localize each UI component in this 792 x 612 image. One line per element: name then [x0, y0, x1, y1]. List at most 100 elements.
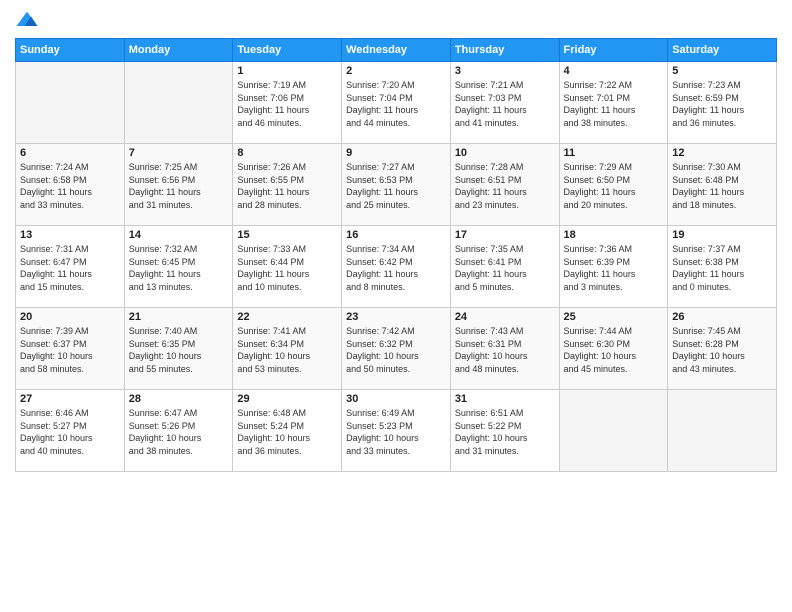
day-info: Sunrise: 7:27 AM Sunset: 6:53 PM Dayligh…: [346, 161, 446, 211]
day-info: Sunrise: 6:49 AM Sunset: 5:23 PM Dayligh…: [346, 407, 446, 457]
calendar: SundayMondayTuesdayWednesdayThursdayFrid…: [15, 38, 777, 472]
col-header-thursday: Thursday: [450, 39, 559, 62]
calendar-cell: 17 Sunrise: 7:35 AM Sunset: 6:41 PM Dayli…: [450, 226, 559, 308]
calendar-cell: 27 Sunrise: 6:46 AM Sunset: 5:27 PM Dayli…: [16, 390, 125, 472]
calendar-cell: 13 Sunrise: 7:31 AM Sunset: 6:47 PM Dayli…: [16, 226, 125, 308]
calendar-cell: 14Sunrise: 7:32 AM Sunset: 6:45 PM Dayli…: [124, 226, 233, 308]
calendar-week-0: 1 Sunrise: 7:19 AM Sunset: 7:06 PM Daylig…: [16, 62, 777, 144]
calendar-cell: 4 Sunrise: 7:22 AM Sunset: 7:01 PM Daylig…: [559, 62, 668, 144]
day-info: Sunrise: 7:25 AM Sunset: 6:56 PM Dayligh…: [129, 161, 229, 211]
calendar-cell: 18 Sunrise: 7:36 AM Sunset: 6:39 PM Dayli…: [559, 226, 668, 308]
calendar-cell: 21Sunrise: 7:40 AM Sunset: 6:35 PM Dayli…: [124, 308, 233, 390]
day-info: Sunrise: 6:47 AM Sunset: 5:26 PM Dayligh…: [129, 407, 229, 457]
day-number: 24: [455, 311, 555, 323]
day-number: 3: [455, 65, 555, 77]
calendar-cell: 1 Sunrise: 7:19 AM Sunset: 7:06 PM Daylig…: [233, 62, 342, 144]
col-header-saturday: Saturday: [668, 39, 777, 62]
calendar-cell: 8Sunrise: 7:26 AM Sunset: 6:55 PM Daylig…: [233, 144, 342, 226]
day-info: Sunrise: 7:19 AM Sunset: 7:06 PM Dayligh…: [237, 79, 337, 129]
calendar-week-4: 27 Sunrise: 6:46 AM Sunset: 5:27 PM Dayli…: [16, 390, 777, 472]
day-number: 30: [346, 393, 446, 405]
calendar-cell: 3 Sunrise: 7:21 AM Sunset: 7:03 PM Daylig…: [450, 62, 559, 144]
day-info: Sunrise: 7:23 AM Sunset: 6:59 PM Dayligh…: [672, 79, 772, 129]
col-header-tuesday: Tuesday: [233, 39, 342, 62]
day-number: 23: [346, 311, 446, 323]
calendar-cell: 26 Sunrise: 7:45 AM Sunset: 6:28 PM Dayli…: [668, 308, 777, 390]
calendar-cell: 30 Sunrise: 6:49 AM Sunset: 5:23 PM Dayli…: [342, 390, 451, 472]
day-number: 13: [20, 229, 120, 241]
day-number: 12: [672, 147, 772, 159]
day-number: 16: [346, 229, 446, 241]
calendar-cell: 5 Sunrise: 7:23 AM Sunset: 6:59 PM Daylig…: [668, 62, 777, 144]
calendar-cell: 29 Sunrise: 6:48 AM Sunset: 5:24 PM Dayli…: [233, 390, 342, 472]
day-number: 19: [672, 229, 772, 241]
day-info: Sunrise: 7:33 AM Sunset: 6:44 PM Dayligh…: [237, 243, 337, 293]
day-info: Sunrise: 7:28 AM Sunset: 6:51 PM Dayligh…: [455, 161, 555, 211]
day-number: 7: [129, 147, 229, 159]
calendar-cell: 25 Sunrise: 7:44 AM Sunset: 6:30 PM Dayli…: [559, 308, 668, 390]
col-header-wednesday: Wednesday: [342, 39, 451, 62]
day-number: 17: [455, 229, 555, 241]
calendar-cell: [16, 62, 125, 144]
day-number: 11: [564, 147, 664, 159]
day-info: Sunrise: 7:34 AM Sunset: 6:42 PM Dayligh…: [346, 243, 446, 293]
calendar-cell: [668, 390, 777, 472]
day-info: Sunrise: 6:51 AM Sunset: 5:22 PM Dayligh…: [455, 407, 555, 457]
calendar-cell: 7 Sunrise: 7:25 AM Sunset: 6:56 PM Daylig…: [124, 144, 233, 226]
calendar-cell: 10 Sunrise: 7:28 AM Sunset: 6:51 PM Dayli…: [450, 144, 559, 226]
day-number: 15: [237, 229, 337, 241]
day-info: Sunrise: 7:41 AM Sunset: 6:34 PM Dayligh…: [237, 325, 337, 375]
logo: [15, 10, 43, 30]
day-number: 1: [237, 65, 337, 77]
day-number: 18: [564, 229, 664, 241]
day-info: Sunrise: 7:45 AM Sunset: 6:28 PM Dayligh…: [672, 325, 772, 375]
day-number: 27: [20, 393, 120, 405]
calendar-cell: 2Sunrise: 7:20 AM Sunset: 7:04 PM Daylig…: [342, 62, 451, 144]
day-info: Sunrise: 7:30 AM Sunset: 6:48 PM Dayligh…: [672, 161, 772, 211]
day-number: 5: [672, 65, 772, 77]
day-info: Sunrise: 7:35 AM Sunset: 6:41 PM Dayligh…: [455, 243, 555, 293]
day-number: 6: [20, 147, 120, 159]
day-info: Sunrise: 7:31 AM Sunset: 6:47 PM Dayligh…: [20, 243, 120, 293]
day-info: Sunrise: 7:29 AM Sunset: 6:50 PM Dayligh…: [564, 161, 664, 211]
day-number: 20: [20, 311, 120, 323]
calendar-cell: [124, 62, 233, 144]
calendar-cell: 23 Sunrise: 7:42 AM Sunset: 6:32 PM Dayli…: [342, 308, 451, 390]
day-info: Sunrise: 7:24 AM Sunset: 6:58 PM Dayligh…: [20, 161, 120, 211]
calendar-week-3: 20Sunrise: 7:39 AM Sunset: 6:37 PM Dayli…: [16, 308, 777, 390]
day-info: Sunrise: 6:46 AM Sunset: 5:27 PM Dayligh…: [20, 407, 120, 457]
calendar-cell: 12 Sunrise: 7:30 AM Sunset: 6:48 PM Dayli…: [668, 144, 777, 226]
day-info: Sunrise: 7:44 AM Sunset: 6:30 PM Dayligh…: [564, 325, 664, 375]
calendar-cell: 20Sunrise: 7:39 AM Sunset: 6:37 PM Dayli…: [16, 308, 125, 390]
day-number: 25: [564, 311, 664, 323]
col-header-monday: Monday: [124, 39, 233, 62]
calendar-header-row: SundayMondayTuesdayWednesdayThursdayFrid…: [16, 39, 777, 62]
day-info: Sunrise: 6:48 AM Sunset: 5:24 PM Dayligh…: [237, 407, 337, 457]
day-number: 4: [564, 65, 664, 77]
page: SundayMondayTuesdayWednesdayThursdayFrid…: [0, 0, 792, 612]
day-info: Sunrise: 7:21 AM Sunset: 7:03 PM Dayligh…: [455, 79, 555, 129]
day-info: Sunrise: 7:43 AM Sunset: 6:31 PM Dayligh…: [455, 325, 555, 375]
calendar-cell: 9Sunrise: 7:27 AM Sunset: 6:53 PM Daylig…: [342, 144, 451, 226]
calendar-cell: 19 Sunrise: 7:37 AM Sunset: 6:38 PM Dayli…: [668, 226, 777, 308]
calendar-cell: 28 Sunrise: 6:47 AM Sunset: 5:26 PM Dayli…: [124, 390, 233, 472]
calendar-cell: 24 Sunrise: 7:43 AM Sunset: 6:31 PM Dayli…: [450, 308, 559, 390]
day-number: 28: [129, 393, 229, 405]
calendar-cell: 31 Sunrise: 6:51 AM Sunset: 5:22 PM Dayli…: [450, 390, 559, 472]
calendar-cell: 16 Sunrise: 7:34 AM Sunset: 6:42 PM Dayli…: [342, 226, 451, 308]
day-info: Sunrise: 7:36 AM Sunset: 6:39 PM Dayligh…: [564, 243, 664, 293]
day-info: Sunrise: 7:22 AM Sunset: 7:01 PM Dayligh…: [564, 79, 664, 129]
calendar-week-2: 13 Sunrise: 7:31 AM Sunset: 6:47 PM Dayli…: [16, 226, 777, 308]
day-number: 2: [346, 65, 446, 77]
day-info: Sunrise: 7:42 AM Sunset: 6:32 PM Dayligh…: [346, 325, 446, 375]
day-number: 22: [237, 311, 337, 323]
day-number: 31: [455, 393, 555, 405]
day-info: Sunrise: 7:37 AM Sunset: 6:38 PM Dayligh…: [672, 243, 772, 293]
day-number: 26: [672, 311, 772, 323]
day-number: 10: [455, 147, 555, 159]
day-number: 21: [129, 311, 229, 323]
col-header-friday: Friday: [559, 39, 668, 62]
header: [15, 10, 777, 30]
day-number: 29: [237, 393, 337, 405]
day-number: 8: [237, 147, 337, 159]
